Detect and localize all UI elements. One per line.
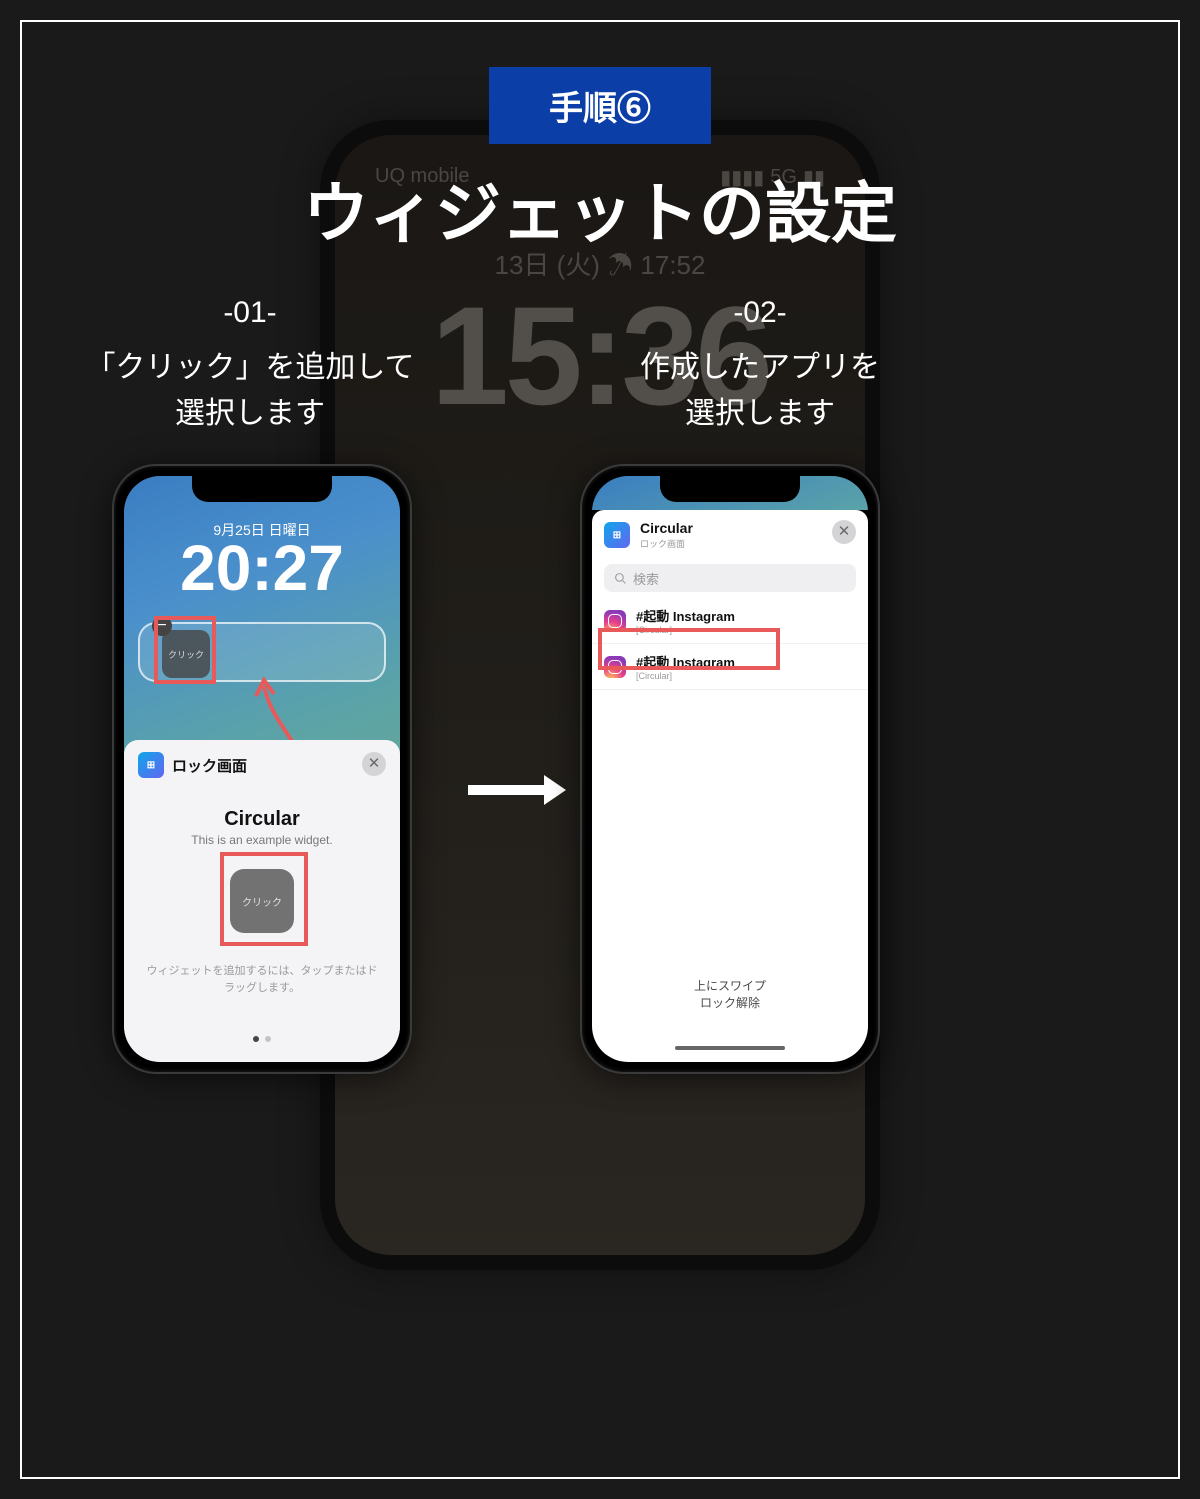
widget-remove-button[interactable]: − xyxy=(152,616,172,636)
sheet-subtitle: ロック画面 xyxy=(640,537,693,550)
caption-right-no: -02- xyxy=(580,290,940,337)
widget-click[interactable]: クリック xyxy=(162,630,210,678)
sheet-header-title: ロック画面 xyxy=(172,755,247,776)
caption-left-no: -01- xyxy=(70,290,430,337)
app-icon: ⊞ xyxy=(604,522,630,548)
phone-right: ⊞ Circular ロック画面 ✕ 検索 #起動 Instagram [Cir… xyxy=(580,464,880,1074)
page-title: ウィジェットの設定 xyxy=(0,160,1200,256)
search-input[interactable]: 検索 xyxy=(604,564,856,592)
phone-left: 9月25日 日曜日 20:27 クリック − ⊞ ロック画面 ✕ Circula… xyxy=(112,464,412,1074)
search-icon xyxy=(614,572,627,585)
add-widget-hint: ウィジェットを追加するには、タップまたはドラッグします。 xyxy=(124,963,400,996)
caption-left: -01- 「クリック」を追加して 選択します xyxy=(70,290,430,438)
sheet-title: Circular xyxy=(640,520,693,536)
widget-preview[interactable]: クリック xyxy=(230,869,294,933)
notch xyxy=(192,476,332,502)
close-button[interactable]: ✕ xyxy=(832,520,856,544)
instagram-icon xyxy=(604,610,626,632)
widget-name: Circular xyxy=(124,808,400,831)
caption-right: -02- 作成したアプリを 選択します xyxy=(580,290,940,438)
widget-slot[interactable]: クリック − xyxy=(138,622,386,682)
shortcut-list-sheet: ⊞ Circular ロック画面 ✕ 検索 #起動 Instagram [Cir… xyxy=(592,510,868,1062)
close-button[interactable]: ✕ xyxy=(362,752,386,776)
swipe-hint: 上にスワイプ ロック解除 xyxy=(592,978,868,1012)
app-icon: ⊞ xyxy=(138,752,164,778)
arrow-icon xyxy=(468,785,548,795)
widget-subtitle: This is an example widget. xyxy=(124,833,400,847)
shortcut-row[interactable]: #起動 Instagram [Circular] xyxy=(592,598,868,644)
notch xyxy=(660,476,800,502)
widget-picker-sheet: ⊞ ロック画面 ✕ Circular This is an example wi… xyxy=(124,740,400,1062)
home-indicator xyxy=(675,1046,785,1050)
page-dots xyxy=(253,1036,271,1042)
lockscreen-time: 20:27 xyxy=(124,531,400,605)
instagram-icon xyxy=(604,656,626,678)
step-badge: 手順⑥ xyxy=(489,67,711,144)
shortcut-row[interactable]: #起動 Instagram [Circular] xyxy=(592,644,868,690)
